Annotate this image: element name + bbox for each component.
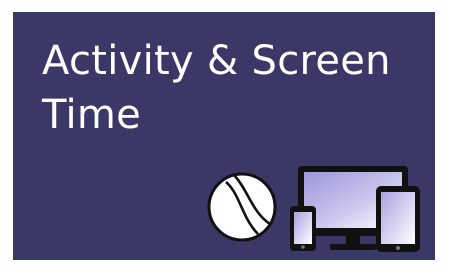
phone-icon: [290, 206, 316, 251]
activity-screen-time-tile[interactable]: Activity & Screen Time: [13, 12, 435, 260]
tennis-ball-icon: [207, 172, 277, 242]
tile-illustration: [200, 162, 430, 257]
tile-title: Activity & Screen Time: [42, 34, 422, 142]
tile-title-line-2: Time: [42, 92, 142, 138]
tablet-icon: [376, 186, 420, 252]
tile-title-line-1: Activity & Screen: [42, 38, 391, 84]
devices-icon: [290, 166, 420, 252]
